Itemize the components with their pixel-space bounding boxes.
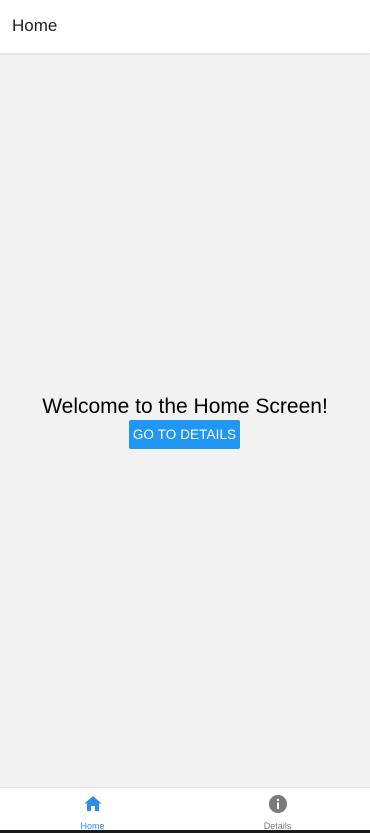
main-content: Welcome to the Home Screen! GO TO DETAIL… [0,55,370,787]
home-icon [83,794,103,814]
bottom-tab-bar: Home Details [0,787,370,831]
go-to-details-button[interactable]: GO TO DETAILS [129,420,240,449]
info-icon [268,794,288,814]
tab-home[interactable]: Home [0,788,185,831]
tab-details[interactable]: Details [185,788,370,831]
header-bar: Home [0,0,370,54]
welcome-text: Welcome to the Home Screen! [42,395,328,418]
page-title: Home [12,16,58,35]
app-screen: Home Welcome to the Home Screen! GO TO D… [0,0,370,833]
